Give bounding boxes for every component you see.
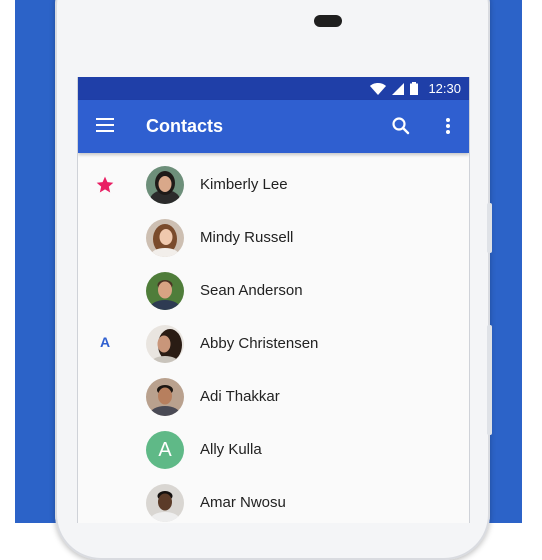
- contact-name: Sean Anderson: [200, 282, 303, 299]
- menu-icon[interactable]: [96, 118, 114, 132]
- avatar: [146, 219, 184, 257]
- signal-icon: [392, 82, 405, 95]
- power-button: [487, 325, 492, 435]
- contact-name: Mindy Russell: [200, 229, 294, 246]
- contact-name: Adi Thakkar: [200, 388, 280, 405]
- list-item[interactable]: Kimberly Lee: [78, 159, 469, 212]
- status-bar: 12:30: [78, 77, 469, 100]
- list-item[interactable]: Amar Nwosu: [78, 477, 469, 523]
- avatar: [146, 484, 184, 522]
- contact-name: Kimberly Lee: [200, 176, 288, 193]
- list-item[interactable]: Sean Anderson: [78, 265, 469, 318]
- list-item[interactable]: Mindy Russell: [78, 212, 469, 265]
- volume-button: [487, 203, 492, 253]
- avatar: [146, 166, 184, 204]
- earpiece: [314, 15, 342, 27]
- more-vert-icon[interactable]: [445, 116, 451, 136]
- star-icon: [96, 176, 114, 193]
- search-icon[interactable]: [391, 116, 411, 136]
- battery-icon: [410, 82, 419, 95]
- contact-name: Amar Nwosu: [200, 494, 286, 511]
- avatar: [146, 272, 184, 310]
- contact-name: Abby Christensen: [200, 335, 319, 352]
- list-item[interactable]: A Abby Christensen: [78, 318, 469, 371]
- list-item[interactable]: A Ally Kulla: [78, 424, 469, 477]
- letter-avatar: A: [146, 431, 184, 469]
- avatar: [146, 378, 184, 416]
- status-time: 12:30: [428, 81, 461, 96]
- page-title: Contacts: [146, 116, 224, 136]
- app-bar: Contacts: [78, 100, 469, 153]
- list-item[interactable]: Adi Thakkar: [78, 371, 469, 424]
- phone-screen: 12:30 Contacts Kimberly Lee Mindy Russel…: [77, 77, 470, 523]
- section-letter: A: [99, 334, 111, 350]
- wifi-icon: [370, 82, 387, 95]
- contact-name: Ally Kulla: [200, 441, 262, 458]
- avatar: [146, 325, 184, 363]
